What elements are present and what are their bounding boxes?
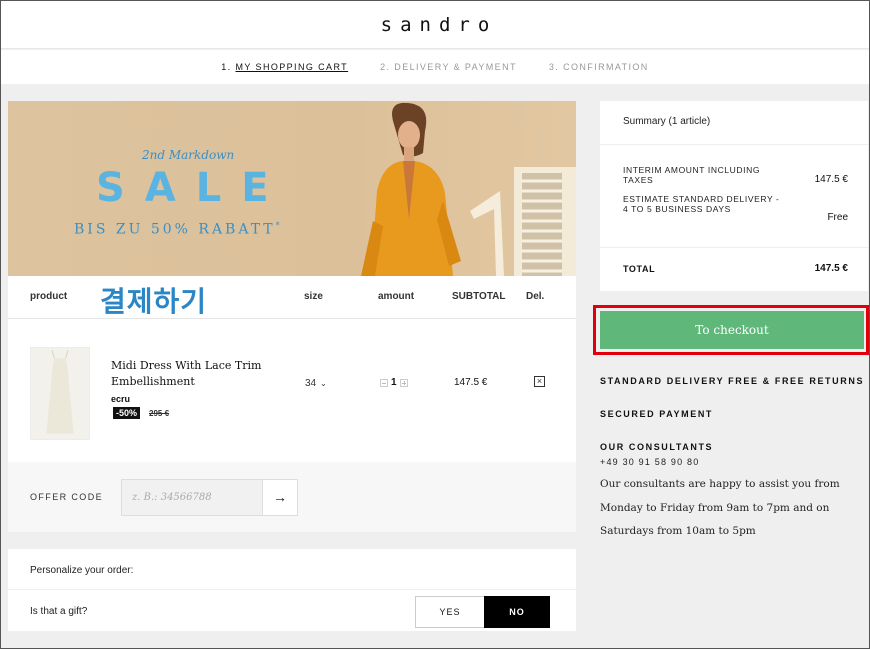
increase-quantity-button[interactable] bbox=[399, 378, 408, 387]
item-subtotal: 147.5 € bbox=[454, 377, 488, 388]
consultants-phone[interactable]: +49 30 91 58 90 80 bbox=[600, 457, 699, 467]
header-subtotal: SUBTOTAL bbox=[452, 291, 506, 302]
header-size: size bbox=[304, 291, 323, 302]
personalize-section: Personalize your order: Is that a gift? … bbox=[8, 549, 576, 631]
delivery-estimate-value: Free bbox=[827, 212, 848, 223]
consultants-hours: Our consultants are happy to assist you … bbox=[600, 478, 840, 537]
step-confirmation: 3. CONFIRMATION bbox=[548, 62, 649, 72]
interim-amount-label: INTERIM AMOUNT INCLUDING TAXES bbox=[623, 165, 761, 185]
original-price: 295 € bbox=[149, 409, 170, 418]
offer-submit-button[interactable]: → bbox=[262, 479, 298, 516]
order-summary: Summary (1 article) INTERIM AMOUNT INCLU… bbox=[600, 101, 868, 291]
checkout-steps: 1. MY SHOPPING CART 2. DELIVERY & PAYMEN… bbox=[1, 50, 869, 84]
banner-tagline: BIS ZU 50% RABATT* bbox=[74, 221, 283, 238]
model-image bbox=[361, 102, 461, 276]
site-header: sandro bbox=[1, 1, 869, 49]
cart-table: product 결제하기 size amount SUBTOTAL Del. M… bbox=[8, 276, 576, 462]
shutter-image bbox=[470, 167, 576, 276]
personalize-divider bbox=[8, 589, 576, 590]
banner-subtitle: 2nd Markdown bbox=[142, 148, 235, 162]
checkout-overlay-text: 결제하기 bbox=[100, 285, 208, 318]
summary-divider-total bbox=[600, 247, 868, 248]
size-value: 34 bbox=[305, 378, 317, 389]
product-name[interactable]: Midi Dress With Lace Trim Embellishment bbox=[111, 358, 271, 390]
summary-divider bbox=[600, 144, 868, 145]
consultants-heading: OUR CONSULTANTS bbox=[600, 442, 714, 452]
product-thumbnail[interactable] bbox=[30, 347, 90, 440]
checkout-button[interactable]: To checkout bbox=[600, 311, 864, 349]
checkout-highlight: To checkout bbox=[593, 305, 869, 355]
offer-code-input[interactable]: z. B.: 34566788 bbox=[121, 479, 263, 516]
gift-yes-button[interactable]: YES bbox=[415, 596, 485, 628]
step-shopping-cart[interactable]: 1. MY SHOPPING CART bbox=[221, 62, 348, 72]
size-select[interactable]: 34 ⌄ bbox=[305, 378, 327, 389]
quantity-value: 1 bbox=[391, 377, 397, 388]
delivery-estimate-label: ESTIMATE STANDARD DELIVERY - 4 TO 5 BUSI… bbox=[623, 194, 780, 214]
decrease-quantity-button[interactable] bbox=[380, 378, 388, 387]
gift-no-button[interactable]: NO bbox=[484, 596, 550, 628]
personalize-label: Personalize your order: bbox=[30, 565, 134, 576]
interim-amount-value: 147.5 € bbox=[814, 174, 848, 185]
delete-item-button[interactable]: × bbox=[534, 376, 545, 387]
step-shopping-cart-label: MY SHOPPING CART bbox=[235, 62, 349, 72]
summary-title: Summary (1 article) bbox=[623, 116, 711, 127]
offer-code-label: OFFER CODE bbox=[30, 492, 104, 502]
chevron-down-icon: ⌄ bbox=[320, 379, 327, 388]
sale-banner[interactable]: 2nd Markdown SALE BIS ZU 50% RABATT* bbox=[8, 101, 576, 276]
total-value: 147.5 € bbox=[814, 263, 848, 274]
discount-badge: -50% bbox=[113, 407, 141, 419]
product-color: ecru bbox=[111, 394, 131, 404]
gift-question: Is that a gift? bbox=[30, 606, 88, 617]
header-delete: Del. bbox=[526, 291, 545, 302]
total-label: TOTAL bbox=[623, 264, 656, 274]
header-product: product bbox=[30, 291, 68, 302]
banner-headline: SALE bbox=[96, 165, 289, 211]
offer-code-section: OFFER CODE z. B.: 34566788 → bbox=[8, 462, 576, 532]
cart-divider bbox=[8, 318, 576, 319]
step-delivery-payment: 2. DELIVERY & PAYMENT bbox=[380, 62, 517, 72]
sandro-logo[interactable]: sandro bbox=[1, 1, 869, 49]
free-delivery-note: STANDARD DELIVERY FREE & FREE RETURNS bbox=[600, 376, 865, 386]
quantity-stepper: 1 bbox=[380, 377, 408, 388]
secured-payment-note: SECURED PAYMENT bbox=[600, 409, 714, 419]
header-amount: amount bbox=[378, 291, 415, 302]
